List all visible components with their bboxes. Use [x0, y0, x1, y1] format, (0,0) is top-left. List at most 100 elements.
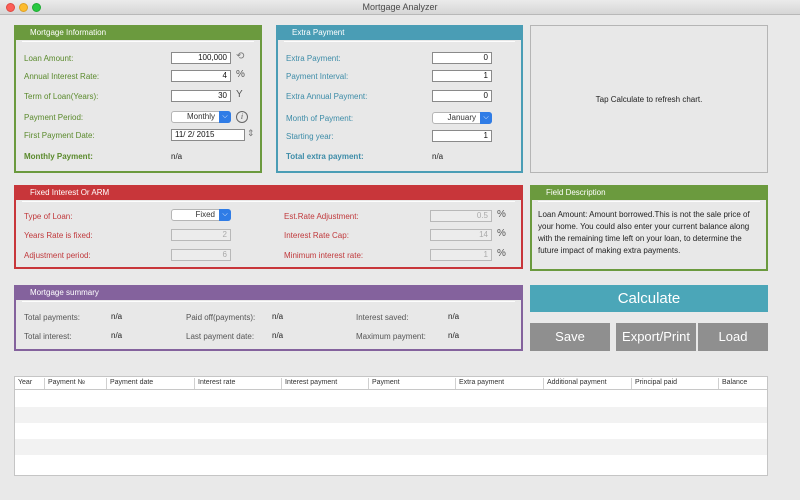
column-header-interest-rate[interactable]: Interest rate [198, 379, 235, 386]
panel-title: Mortgage summary [30, 288, 99, 297]
chevron-down-icon: ⌵ [219, 111, 231, 123]
month-of-payment-label: Month of Payment: [286, 114, 354, 123]
est-rate-adjustment-input[interactable]: 0.5 [430, 210, 492, 222]
interest-saved-label: Interest saved: [356, 313, 409, 322]
info-icon[interactable]: i [236, 111, 248, 123]
years-rate-fixed-input[interactable]: 2 [171, 229, 231, 241]
column-header-interest-payment[interactable]: Interest payment [285, 379, 337, 386]
percent-unit: % [497, 248, 506, 259]
last-payment-date-label: Last payment date: [186, 332, 255, 341]
panel-title: Field Description [546, 188, 606, 197]
paid-off-value: n/a [272, 312, 284, 321]
mortgage-information-panel: Mortgage Information Loan Amount: 100,00… [14, 25, 262, 173]
panel-header: Field Description [532, 187, 766, 202]
table-row [15, 391, 767, 407]
column-header-year[interactable]: Year [18, 379, 32, 386]
fixed-or-arm-panel: Fixed Interest Or ARM Type of Loan: Fixe… [14, 185, 523, 269]
table-row [15, 423, 767, 439]
loan-term-input[interactable]: 30 [171, 90, 231, 102]
panel-header: Mortgage Information [16, 27, 260, 42]
calculate-button[interactable]: Calculate [530, 285, 768, 312]
table-row [15, 455, 767, 471]
chart-area: Tap Calculate to refresh chart. [530, 25, 768, 173]
payment-period-select[interactable]: Monthly ⌵ [171, 111, 231, 123]
date-stepper-icon[interactable]: ⇕ [247, 128, 255, 139]
column-header-additional-payment[interactable]: Additional payment [547, 379, 607, 386]
payment-period-value: Monthly [186, 112, 215, 121]
column-header-principal-paid[interactable]: Principal paid [635, 379, 677, 386]
first-payment-date-input[interactable]: 11/ 2/ 2015 [171, 129, 245, 141]
table-row [15, 407, 767, 423]
chevron-down-icon: ⌵ [480, 112, 492, 124]
reset-icon[interactable]: ⟲ [236, 51, 244, 62]
panel-header: Fixed Interest Or ARM [16, 187, 521, 202]
export-print-button[interactable]: Export/Print [616, 323, 696, 351]
minimum-interest-rate-label: Minimum interest rate: [284, 251, 364, 260]
window-title: Mortgage Analyzer [362, 2, 438, 12]
extra-payment-panel: Extra Payment Extra Payment: 0 Payment I… [276, 25, 523, 173]
total-interest-value: n/a [111, 331, 123, 340]
maximum-payment-value: n/a [448, 331, 460, 340]
panel-header: Extra Payment [278, 27, 521, 42]
starting-year-input[interactable]: 1 [432, 130, 492, 142]
extra-annual-payment-input[interactable]: 0 [432, 90, 492, 102]
save-button[interactable]: Save [530, 323, 610, 351]
month-of-payment-value: January [447, 113, 476, 122]
loan-term-label: Term of Loan(Years): [24, 92, 99, 101]
interest-rate-input[interactable]: 4 [171, 70, 231, 82]
percent-unit: % [497, 228, 506, 239]
column-header-payment-date[interactable]: Payment date [110, 379, 153, 386]
field-description-text: Loan Amount: Amount borrowed.This is not… [538, 210, 750, 255]
table-row [15, 439, 767, 455]
column-header-extra-payment[interactable]: Extra payment [459, 379, 504, 386]
first-payment-date-label: First Payment Date: [24, 131, 95, 140]
amortization-table[interactable]: Year Payment № Payment date Interest rat… [14, 376, 768, 476]
adjustment-period-input[interactable]: 6 [171, 249, 231, 261]
panel-title: Mortgage Information [30, 28, 107, 37]
percent-unit: % [236, 69, 245, 80]
minimum-interest-rate-input[interactable]: 1 [430, 249, 492, 261]
payment-period-label: Payment Period: [24, 113, 84, 122]
payment-interval-label: Payment Interval: [286, 72, 349, 81]
paid-off-label: Paid off(payments): [186, 313, 256, 322]
years-unit: Y [236, 89, 243, 100]
column-header-payment[interactable]: Payment [372, 379, 400, 386]
interest-saved-value: n/a [448, 312, 460, 321]
month-of-payment-select[interactable]: January ⌵ [432, 112, 492, 124]
chevron-down-icon: ⌵ [219, 209, 231, 221]
monthly-payment-value: n/a [171, 152, 183, 161]
monthly-payment-label: Monthly Payment: [24, 152, 93, 161]
chart-message: Tap Calculate to refresh chart. [595, 95, 703, 104]
table-header: Year Payment № Payment date Interest rat… [15, 377, 767, 390]
type-of-loan-value: Fixed [195, 210, 215, 219]
panel-header: Mortgage summary [16, 287, 521, 302]
interest-rate-label: Annual Interest Rate: [24, 72, 100, 81]
loan-amount-input[interactable]: 100,000 [171, 52, 231, 64]
title-bar: Mortgage Analyzer [0, 0, 800, 15]
type-of-loan-label: Type of Loan: [24, 212, 73, 221]
maximum-payment-label: Maximum payment: [356, 332, 426, 341]
total-extra-payment-label: Total extra payment: [286, 152, 364, 161]
panel-title: Extra Payment [292, 28, 345, 37]
total-payments-label: Total payments: [24, 313, 81, 322]
extra-payment-label: Extra Payment: [286, 54, 341, 63]
column-header-payment-number[interactable]: Payment № [48, 379, 85, 386]
extra-annual-payment-label: Extra Annual Payment: [286, 92, 368, 101]
column-header-balance[interactable]: Balance [722, 379, 747, 386]
interest-rate-cap-input[interactable]: 14 [430, 229, 492, 241]
interest-rate-cap-label: Interest Rate Cap: [284, 231, 349, 240]
adjustment-period-label: Adjustment period: [24, 251, 91, 260]
panel-title: Fixed Interest Or ARM [30, 188, 110, 197]
loan-amount-label: Loan Amount: [24, 54, 74, 63]
payment-interval-input[interactable]: 1 [432, 70, 492, 82]
years-rate-fixed-label: Years Rate is fixed: [24, 231, 93, 240]
total-extra-payment-value: n/a [432, 152, 444, 161]
percent-unit: % [497, 209, 506, 220]
total-payments-value: n/a [111, 312, 123, 321]
field-description-panel: Field Description Loan Amount: Amount bo… [530, 185, 768, 271]
extra-payment-input[interactable]: 0 [432, 52, 492, 64]
mortgage-summary-panel: Mortgage summary Total payments: n/a Tot… [14, 285, 523, 351]
type-of-loan-select[interactable]: Fixed ⌵ [171, 209, 231, 221]
last-payment-date-value: n/a [272, 331, 284, 340]
load-button[interactable]: Load [698, 323, 768, 351]
